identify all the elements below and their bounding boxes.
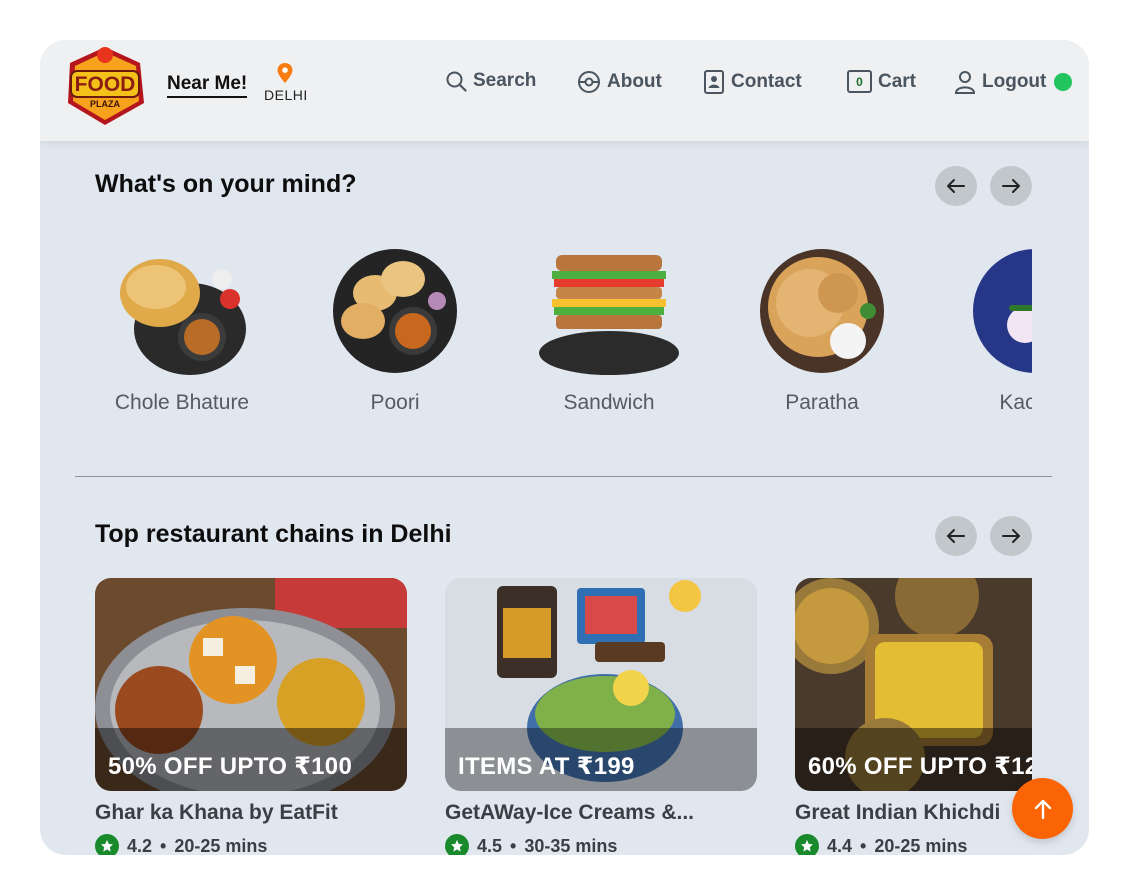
about-icon <box>578 71 600 93</box>
restaurant-meta: 4.2 • 20-25 mins <box>95 834 407 855</box>
restaurant-image: 60% OFF UPTO ₹120 <box>795 578 1032 791</box>
restaurant-meta: 4.4 • 20-25 mins <box>795 834 1032 855</box>
arrow-left-icon <box>947 529 965 543</box>
mind-section-title: What's on your mind? <box>95 170 357 198</box>
arrow-right-icon <box>1002 529 1020 543</box>
star-icon <box>95 834 119 855</box>
online-status-dot <box>1054 73 1073 91</box>
nav-logout-label: Logout <box>982 71 1047 92</box>
mind-item-label: Kachori <box>999 391 1032 414</box>
nav-contact-label: Contact <box>731 71 802 92</box>
scroll-to-top-button[interactable] <box>1012 778 1073 839</box>
restaurant-card[interactable]: 50% OFF UPTO ₹100 Ghar ka Khana by EatFi… <box>95 578 407 855</box>
restaurant-card[interactable]: ITEMS AT ₹199 GetAWay-Ice Creams &... 4.… <box>445 578 757 855</box>
kachori-image <box>973 249 1032 373</box>
mind-item-label: Sandwich <box>563 391 655 414</box>
cart-count-badge: 0 <box>847 70 872 93</box>
chains-prev-button[interactable] <box>935 516 977 556</box>
restaurant-card[interactable]: 60% OFF UPTO ₹120 Great Indian Khichdi 4… <box>795 578 1032 855</box>
near-me-link[interactable]: Near Me! <box>167 73 248 98</box>
mind-prev-button[interactable] <box>935 166 977 206</box>
logo[interactable]: FOOD PLAZA <box>62 43 148 127</box>
app-container: FOOD PLAZA Near Me! DELHI Search About C… <box>40 40 1089 855</box>
restaurant-meta: 4.5 • 30-35 mins <box>445 834 757 855</box>
offer-text: ITEMS AT ₹199 <box>458 753 635 780</box>
restaurant-image: 50% OFF UPTO ₹100 <box>95 578 407 791</box>
search-icon <box>446 71 467 92</box>
mind-item[interactable]: Sandwich <box>522 245 696 415</box>
restaurant-image: ITEMS AT ₹199 <box>445 578 757 791</box>
mind-item[interactable]: Poori <box>308 245 482 415</box>
chains-carousel: 50% OFF UPTO ₹100 Ghar ka Khana by EatFi… <box>95 578 1032 855</box>
paratha-image <box>760 249 884 373</box>
chains-section-title: Top restaurant chains in Delhi <box>95 520 452 548</box>
svg-text:PLAZA: PLAZA <box>90 99 120 109</box>
pin-icon <box>277 63 293 83</box>
arrow-left-icon <box>947 179 965 193</box>
star-icon <box>795 834 819 855</box>
restaurant-time: 30-35 mins <box>524 835 618 856</box>
restaurant-name: Great Indian Khichdi <box>795 801 1001 824</box>
restaurant-name: GetAWay-Ice Creams &... <box>445 801 694 824</box>
meta-separator: • <box>510 835 517 856</box>
star-icon <box>445 834 469 855</box>
mind-next-button[interactable] <box>990 166 1032 206</box>
restaurant-rating: 4.2 <box>127 835 153 856</box>
mind-carousel: Chole Bhature Poori Sandwich Paratha Kac <box>95 245 1032 435</box>
restaurant-time: 20-25 mins <box>174 835 268 856</box>
mind-item[interactable]: Chole Bhature <box>95 245 269 415</box>
restaurant-time: 20-25 mins <box>874 835 968 856</box>
nav-search-label: Search <box>473 70 537 91</box>
mind-item-label: Poori <box>370 391 420 414</box>
offer-text: 60% OFF UPTO ₹120 <box>808 753 1032 780</box>
offer-text: 50% OFF UPTO ₹100 <box>108 753 353 780</box>
sandwich-image <box>539 255 679 375</box>
restaurant-rating: 4.5 <box>477 835 503 856</box>
nav-logout[interactable]: Logout <box>954 70 1073 94</box>
meta-separator: • <box>860 835 867 856</box>
user-icon <box>954 71 976 94</box>
chains-next-button[interactable] <box>990 516 1032 556</box>
contact-icon <box>704 70 724 94</box>
nav-cart-label: Cart <box>878 70 917 92</box>
nav-about[interactable]: About <box>577 70 662 94</box>
mind-item-label: Chole Bhature <box>114 391 250 414</box>
nav-search[interactable]: Search <box>446 70 536 92</box>
chole-bhature-image <box>120 259 246 375</box>
nav-cart[interactable]: 0 Cart <box>847 70 916 93</box>
mind-item[interactable]: Paratha <box>735 245 909 415</box>
section-divider <box>75 476 1052 477</box>
meta-separator: • <box>160 835 167 856</box>
restaurant-rating: 4.4 <box>827 835 853 856</box>
current-city: DELHI <box>264 87 308 103</box>
mind-item-label: Paratha <box>785 391 859 414</box>
poori-image <box>333 249 457 373</box>
header: FOOD PLAZA Near Me! DELHI Search About C… <box>40 40 1089 141</box>
svg-text:FOOD: FOOD <box>75 73 136 96</box>
arrow-up-icon <box>1034 799 1051 819</box>
mind-item[interactable]: Kachori <box>948 245 1032 415</box>
restaurant-name: Ghar ka Khana by EatFit <box>95 801 338 824</box>
nav-contact[interactable]: Contact <box>703 70 802 94</box>
nav-about-label: About <box>607 71 662 92</box>
arrow-right-icon <box>1002 179 1020 193</box>
